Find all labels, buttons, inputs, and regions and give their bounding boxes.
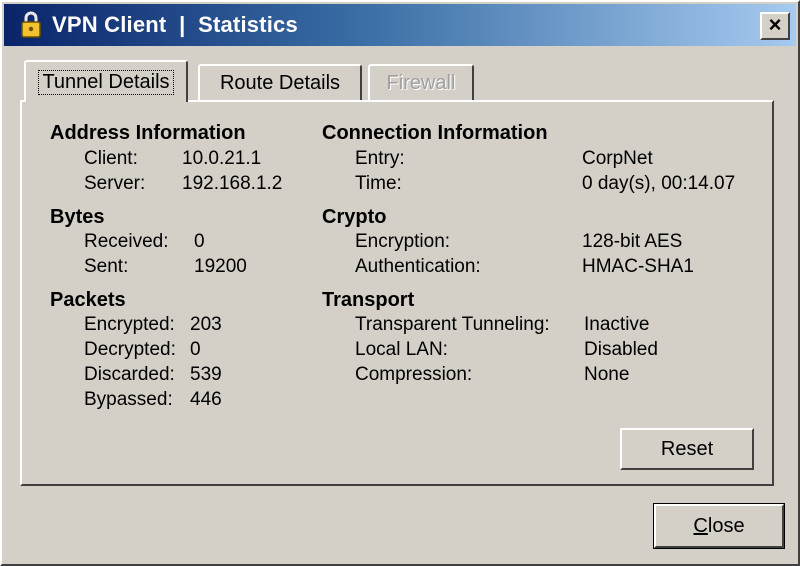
discarded-value: 539	[190, 364, 222, 385]
title-close-button[interactable]: ×	[760, 12, 790, 40]
client-value: 10.0.21.1	[182, 148, 262, 169]
reset-button[interactable]: Reset	[620, 428, 754, 470]
padlock-icon	[21, 11, 41, 38]
client-label: Client:	[84, 148, 138, 169]
close-label-rest: lose	[707, 514, 745, 537]
time-label: Time:	[355, 173, 402, 194]
title-app-name: VPN Client	[52, 12, 167, 37]
tunnel-details-panel: Address Information Client: 10.0.21.1 Se…	[20, 100, 774, 486]
connection-heading: Connection Information	[322, 122, 548, 144]
close-accelerator: C	[693, 514, 708, 537]
authentication-value: HMAC-SHA1	[582, 256, 694, 277]
sent-value: 19200	[194, 256, 247, 277]
local-lan-label: Local LAN:	[355, 339, 448, 360]
decrypted-label: Decrypted:	[84, 339, 176, 360]
compression-label: Compression:	[355, 364, 473, 385]
time-value: 0 day(s), 00:14.07	[582, 173, 736, 194]
crypto-heading: Crypto	[322, 206, 387, 228]
tab-firewall: Firewall	[368, 64, 474, 100]
close-button-label: Close	[693, 515, 744, 538]
tab-tunnel-details-label: Tunnel Details	[38, 69, 174, 95]
tab-tunnel-details[interactable]: Tunnel Details	[24, 60, 188, 102]
bypassed-label: Bypassed:	[84, 389, 173, 410]
bypassed-value: 446	[190, 389, 222, 410]
encrypted-value: 203	[190, 314, 222, 335]
discarded-label: Discarded:	[84, 364, 175, 385]
tab-route-details-label: Route Details	[219, 71, 341, 94]
tunneling-label: Transparent Tunneling:	[355, 314, 550, 335]
transport-heading: Transport	[322, 289, 415, 311]
encrypted-label: Encrypted:	[84, 314, 175, 335]
title-section: Statistics	[198, 12, 298, 37]
decrypted-value: 0	[190, 339, 201, 360]
local-lan-value: Disabled	[584, 339, 658, 360]
tunneling-value: Inactive	[584, 314, 650, 335]
title-bar[interactable]: VPN Client | Statistics ×	[4, 4, 796, 46]
server-value: 192.168.1.2	[182, 173, 283, 194]
entry-label: Entry:	[355, 148, 405, 169]
sent-label: Sent:	[84, 256, 129, 277]
encryption-label: Encryption:	[355, 231, 451, 252]
close-button[interactable]: Close	[653, 503, 785, 549]
statistics-window: VPN Client | Statistics × Tunnel Details…	[0, 0, 800, 566]
title-separator: |	[179, 12, 186, 37]
window-title: VPN Client | Statistics	[52, 12, 298, 38]
close-icon: ×	[768, 12, 782, 37]
received-value: 0	[194, 231, 205, 252]
packets-heading: Packets	[50, 289, 126, 311]
tab-route-details[interactable]: Route Details	[198, 64, 362, 100]
compression-value: None	[584, 364, 630, 385]
authentication-label: Authentication:	[355, 256, 481, 277]
encryption-value: 128-bit AES	[582, 231, 683, 252]
address-heading: Address Information	[50, 122, 246, 144]
bytes-heading: Bytes	[50, 206, 105, 228]
server-label: Server:	[84, 173, 146, 194]
tab-firewall-label: Firewall	[386, 71, 456, 94]
entry-value: CorpNet	[582, 148, 653, 169]
received-label: Received:	[84, 231, 169, 252]
